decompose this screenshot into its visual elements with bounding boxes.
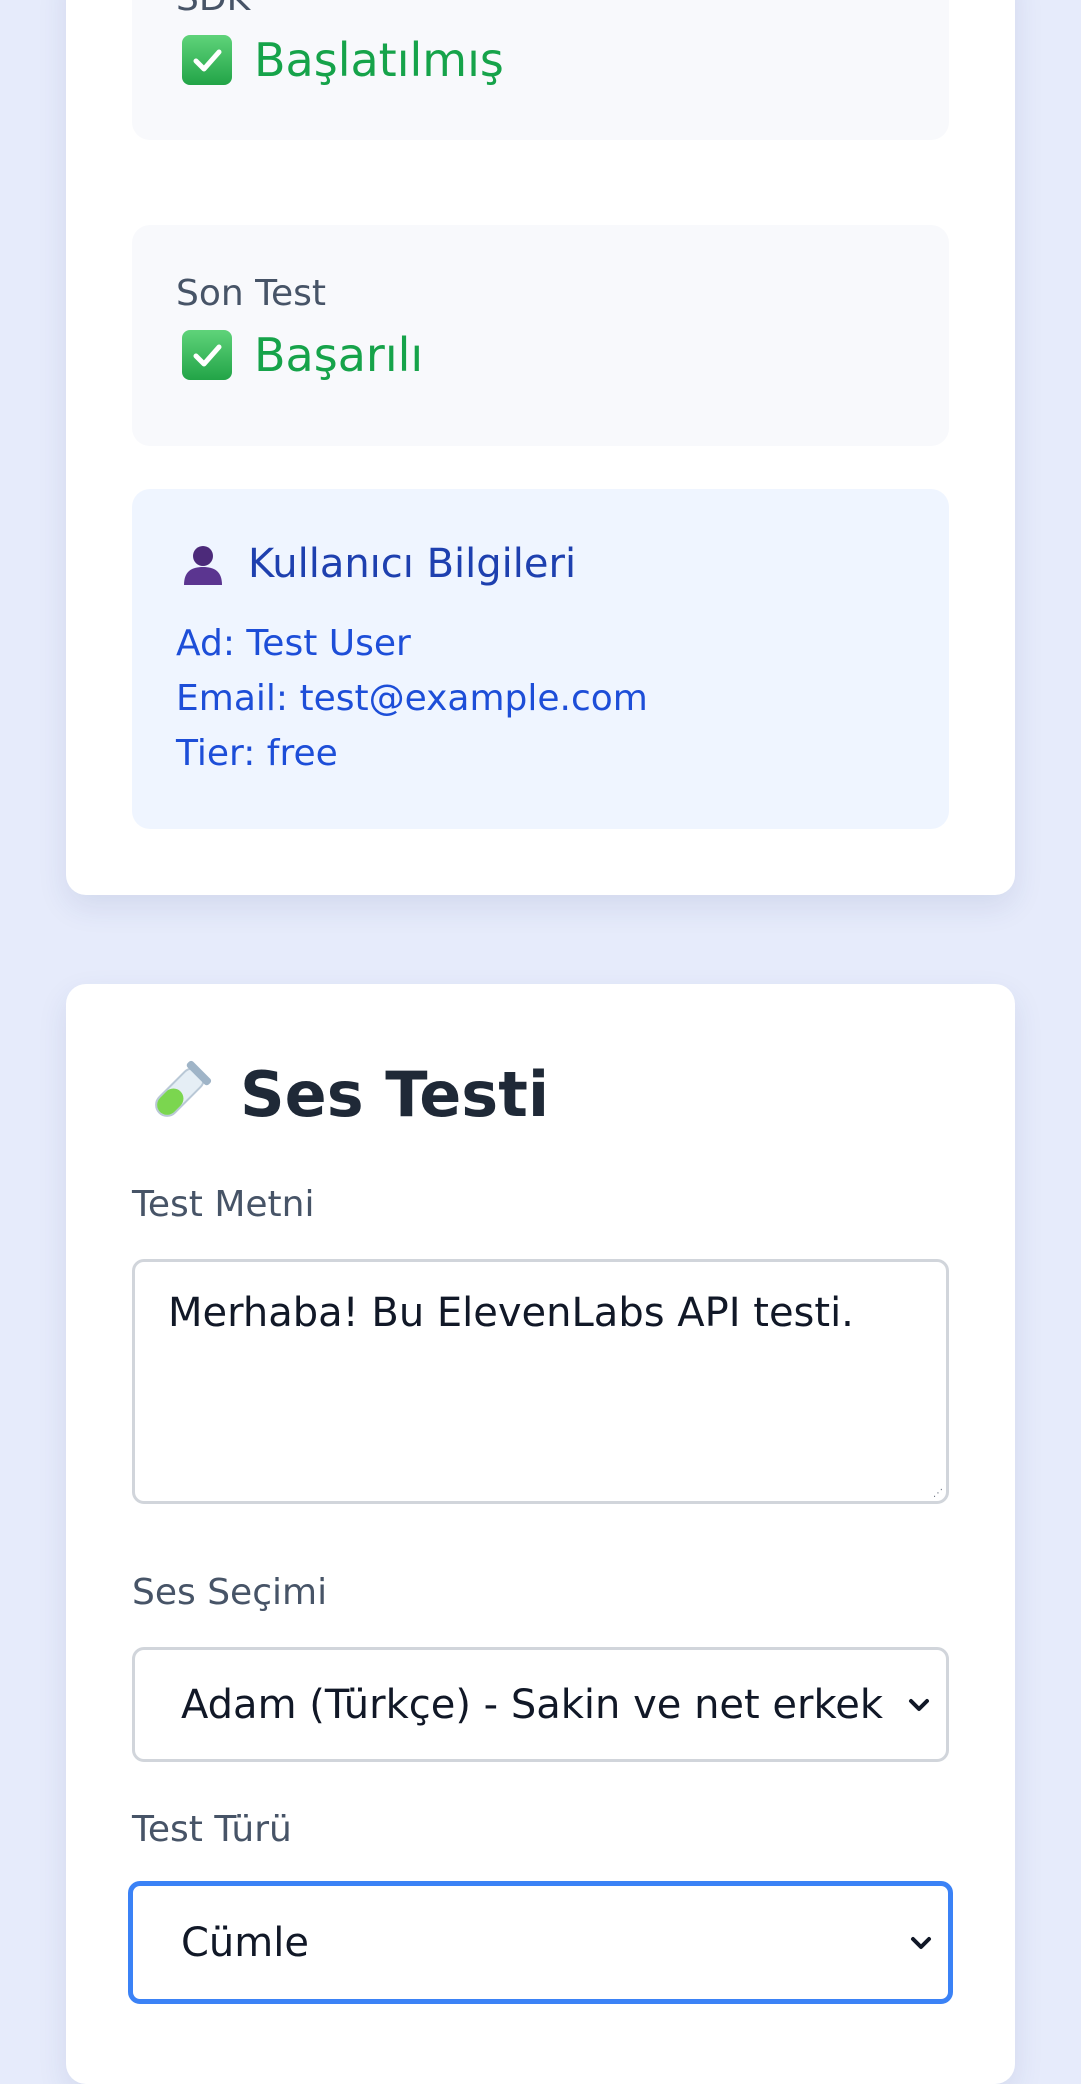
last-test-box: Son Test Başarılı bbox=[132, 225, 949, 446]
sound-test-title: Ses Testi bbox=[142, 1058, 549, 1131]
sdk-status-box: SDK Başlatılmış bbox=[132, 0, 949, 140]
test-type-value: Cümle bbox=[181, 1919, 309, 1966]
user-info-box: Kullanıcı Bilgileri Ad: Test User Email:… bbox=[132, 489, 949, 829]
test-text-label: Test Metni bbox=[132, 1184, 315, 1225]
sound-test-title-text: Ses Testi bbox=[240, 1058, 550, 1131]
test-type-select[interactable]: Cümle bbox=[128, 1881, 953, 2004]
last-test-label: Son Test bbox=[176, 273, 327, 314]
sdk-status: Başlatılmış bbox=[182, 33, 504, 87]
chevron-down-icon bbox=[909, 1698, 929, 1711]
user-info-title-text: Kullanıcı Bilgileri bbox=[248, 541, 577, 587]
test-text-value: Merhaba! Bu ElevenLabs API testi. bbox=[168, 1290, 854, 1336]
sdk-label: SDK bbox=[176, 0, 250, 19]
check-mark-icon bbox=[182, 330, 232, 380]
user-silhouette-icon bbox=[184, 546, 222, 585]
sound-test-card: Ses Testi Test Metni Merhaba! Bu ElevenL… bbox=[66, 984, 1015, 2084]
voice-select-label: Ses Seçimi bbox=[132, 1572, 328, 1613]
resize-grip-icon[interactable]: ⋰ bbox=[933, 1488, 943, 1499]
chevron-down-icon bbox=[911, 1936, 931, 1949]
test-text-input[interactable]: Merhaba! Bu ElevenLabs API testi. ⋰ bbox=[132, 1259, 949, 1504]
user-info-title: Kullanıcı Bilgileri bbox=[180, 541, 576, 587]
check-mark-icon bbox=[182, 35, 232, 85]
user-email: Email: test@example.com bbox=[176, 678, 648, 719]
status-card: SDK Başlatılmış Son Test Başarılı Kullan… bbox=[66, 0, 1015, 895]
voice-select-value: Adam (Türkçe) - Sakin ve net erkek bbox=[181, 1681, 883, 1728]
test-tube-icon bbox=[155, 1060, 212, 1117]
voice-select[interactable]: Adam (Türkçe) - Sakin ve net erkek bbox=[132, 1647, 949, 1762]
last-test-status: Başarılı bbox=[182, 328, 423, 382]
test-type-label: Test Türü bbox=[132, 1809, 292, 1850]
sdk-status-value: Başlatılmış bbox=[254, 33, 504, 87]
user-name: Ad: Test User bbox=[176, 623, 411, 664]
user-tier: Tier: free bbox=[176, 733, 338, 774]
last-test-status-value: Başarılı bbox=[254, 328, 424, 382]
